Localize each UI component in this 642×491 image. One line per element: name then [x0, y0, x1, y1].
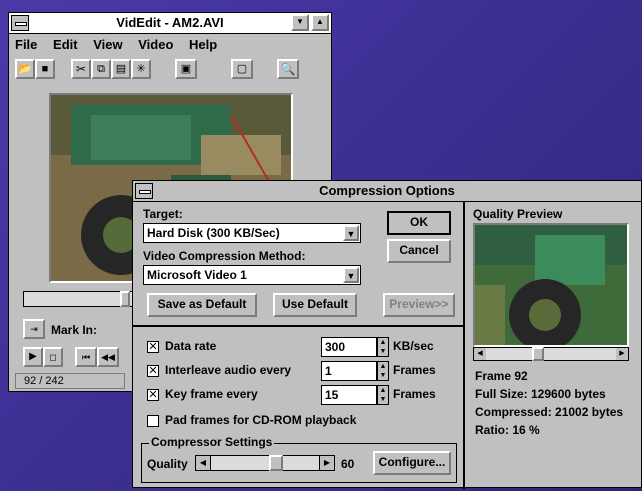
minimize-icon[interactable]: ▼: [291, 14, 309, 31]
dialog-system-menu-icon[interactable]: [135, 183, 153, 199]
play-icon[interactable]: ▶: [23, 347, 43, 367]
interleave-label: Interleave audio every: [165, 363, 292, 377]
use-default-button[interactable]: Use Default: [273, 293, 357, 317]
preview-compressed: Compressed: 21002 bytes: [475, 405, 624, 419]
target-dropdown[interactable]: Hard Disk (300 KB/Sec) ▼: [143, 223, 361, 243]
preview-frame: Frame 92: [475, 369, 528, 383]
frame-icon[interactable]: ▣: [175, 59, 197, 79]
pad-label: Pad frames for CD-ROM playback: [165, 413, 357, 427]
pad-checkbox[interactable]: [147, 415, 159, 427]
position-thumb[interactable]: [120, 291, 130, 307]
save-as-default-button[interactable]: Save as Default: [147, 293, 257, 317]
chevron-right-icon[interactable]: ▶: [616, 348, 628, 360]
first-frame-icon[interactable]: ⏮: [75, 347, 97, 367]
menu-edit[interactable]: Edit: [53, 37, 78, 52]
data-rate-label: Data rate: [165, 339, 217, 353]
interleave-checkbox[interactable]: ✕: [147, 365, 159, 377]
frame-status: 92 / 242: [15, 373, 125, 389]
method-dropdown[interactable]: Microsoft Video 1 ▼: [143, 265, 361, 285]
menu-bar: File Edit View Video Help: [15, 37, 229, 52]
delete-icon[interactable]: ✳: [131, 59, 151, 79]
quality-value: 60: [341, 457, 355, 471]
menu-file[interactable]: File: [15, 37, 37, 52]
menu-view[interactable]: View: [93, 37, 122, 52]
data-rate-spinner[interactable]: ▲ ▼: [377, 337, 389, 357]
preview-scrollbar[interactable]: ◀ ▶: [473, 347, 629, 361]
data-rate-input[interactable]: 300: [321, 337, 377, 357]
method-label: Video Compression Method:: [143, 249, 306, 263]
system-menu-icon[interactable]: [11, 15, 29, 31]
preview-full-size: Full Size: 129600 bytes: [475, 387, 606, 401]
target-value: Hard Disk (300 KB/Sec): [147, 226, 280, 240]
menu-video[interactable]: Video: [138, 37, 173, 52]
quality-slider[interactable]: ◀ ▶: [195, 455, 335, 471]
compressor-settings-label: Compressor Settings: [149, 435, 275, 449]
preview-thumb[interactable]: [532, 347, 544, 361]
dialog-title: Compression Options: [319, 183, 455, 198]
crop-icon[interactable]: ▢: [231, 59, 253, 79]
rewind-icon[interactable]: ◀◀: [97, 347, 119, 367]
cut-icon[interactable]: ✂: [71, 59, 91, 79]
data-rate-unit: KB/sec: [393, 339, 434, 353]
zoom-icon[interactable]: 🔍: [277, 59, 299, 79]
chevron-down-icon[interactable]: ▼: [343, 225, 359, 241]
chevron-left-icon[interactable]: ◀: [196, 456, 211, 470]
compression-options-dialog: Compression Options Target: Hard Disk (3…: [132, 180, 642, 489]
ok-button[interactable]: OK: [387, 211, 451, 235]
copy-icon[interactable]: ⧉: [91, 59, 111, 79]
open-icon[interactable]: 📂: [15, 59, 35, 79]
quality-thumb[interactable]: [269, 455, 283, 471]
save-icon[interactable]: ■: [35, 59, 55, 79]
keyframe-label: Key frame every: [165, 387, 258, 401]
quality-label: Quality: [147, 457, 188, 471]
data-rate-checkbox[interactable]: ✕: [147, 341, 159, 353]
chevron-right-icon[interactable]: ▶: [319, 456, 334, 470]
keyframe-checkbox[interactable]: ✕: [147, 389, 159, 401]
keyframe-unit: Frames: [393, 387, 436, 401]
chevron-down-icon[interactable]: ▼: [343, 267, 359, 283]
preview-button[interactable]: Preview>>: [383, 293, 455, 317]
quality-preview-title: Quality Preview: [473, 207, 563, 221]
target-label: Target:: [143, 207, 183, 221]
cancel-button[interactable]: Cancel: [387, 239, 451, 263]
maximize-icon[interactable]: ▲: [311, 14, 329, 31]
keyframe-spinner[interactable]: ▲ ▼: [377, 385, 389, 405]
videdit-titlebar[interactable]: VidEdit - AM2.AVI ▼ ▲: [9, 13, 331, 34]
method-value: Microsoft Video 1: [147, 268, 247, 282]
pane-divider: [463, 201, 465, 489]
divider: [133, 325, 463, 327]
interleave-input[interactable]: 1: [321, 361, 377, 381]
configure-button[interactable]: Configure...: [373, 451, 451, 475]
mark-in-label: Mark In:: [51, 323, 98, 337]
stop-icon[interactable]: ◻: [43, 347, 63, 367]
interleave-unit: Frames: [393, 363, 436, 377]
paste-icon[interactable]: ▤: [111, 59, 131, 79]
videdit-title: VidEdit - AM2.AVI: [116, 15, 224, 30]
menu-help[interactable]: Help: [189, 37, 217, 52]
interleave-spinner[interactable]: ▲ ▼: [377, 361, 389, 381]
preview-image: [473, 223, 629, 347]
chevron-left-icon[interactable]: ◀: [474, 348, 486, 360]
dialog-titlebar[interactable]: Compression Options: [133, 181, 641, 202]
keyframe-input[interactable]: 15: [321, 385, 377, 405]
preview-ratio: Ratio: 16 %: [475, 423, 540, 437]
toolbar: 📂 ■ ✂ ⧉ ▤ ✳ ▣ ▢ 🔍: [15, 59, 315, 83]
mark-in-button[interactable]: ⇥: [23, 319, 45, 339]
